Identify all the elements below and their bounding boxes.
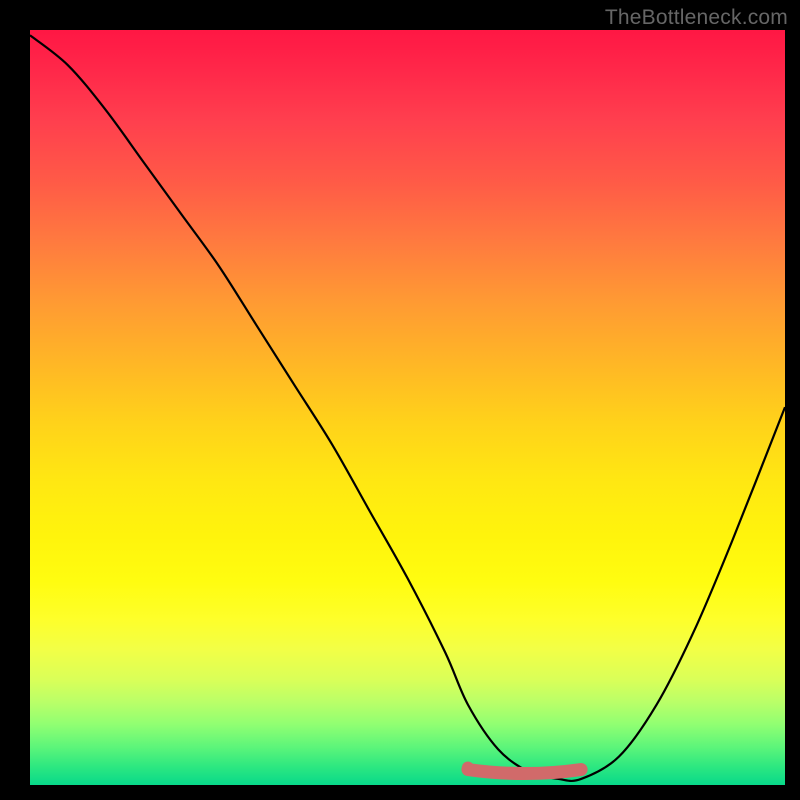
chart-frame [15,30,785,800]
flat-start-marker [462,762,474,774]
watermark-text: TheBottleneck.com [605,6,788,30]
plot-area [30,30,785,785]
bottleneck-curve-svg [30,30,785,785]
flat-segment-highlight [468,770,581,774]
bottleneck-curve [30,35,785,781]
